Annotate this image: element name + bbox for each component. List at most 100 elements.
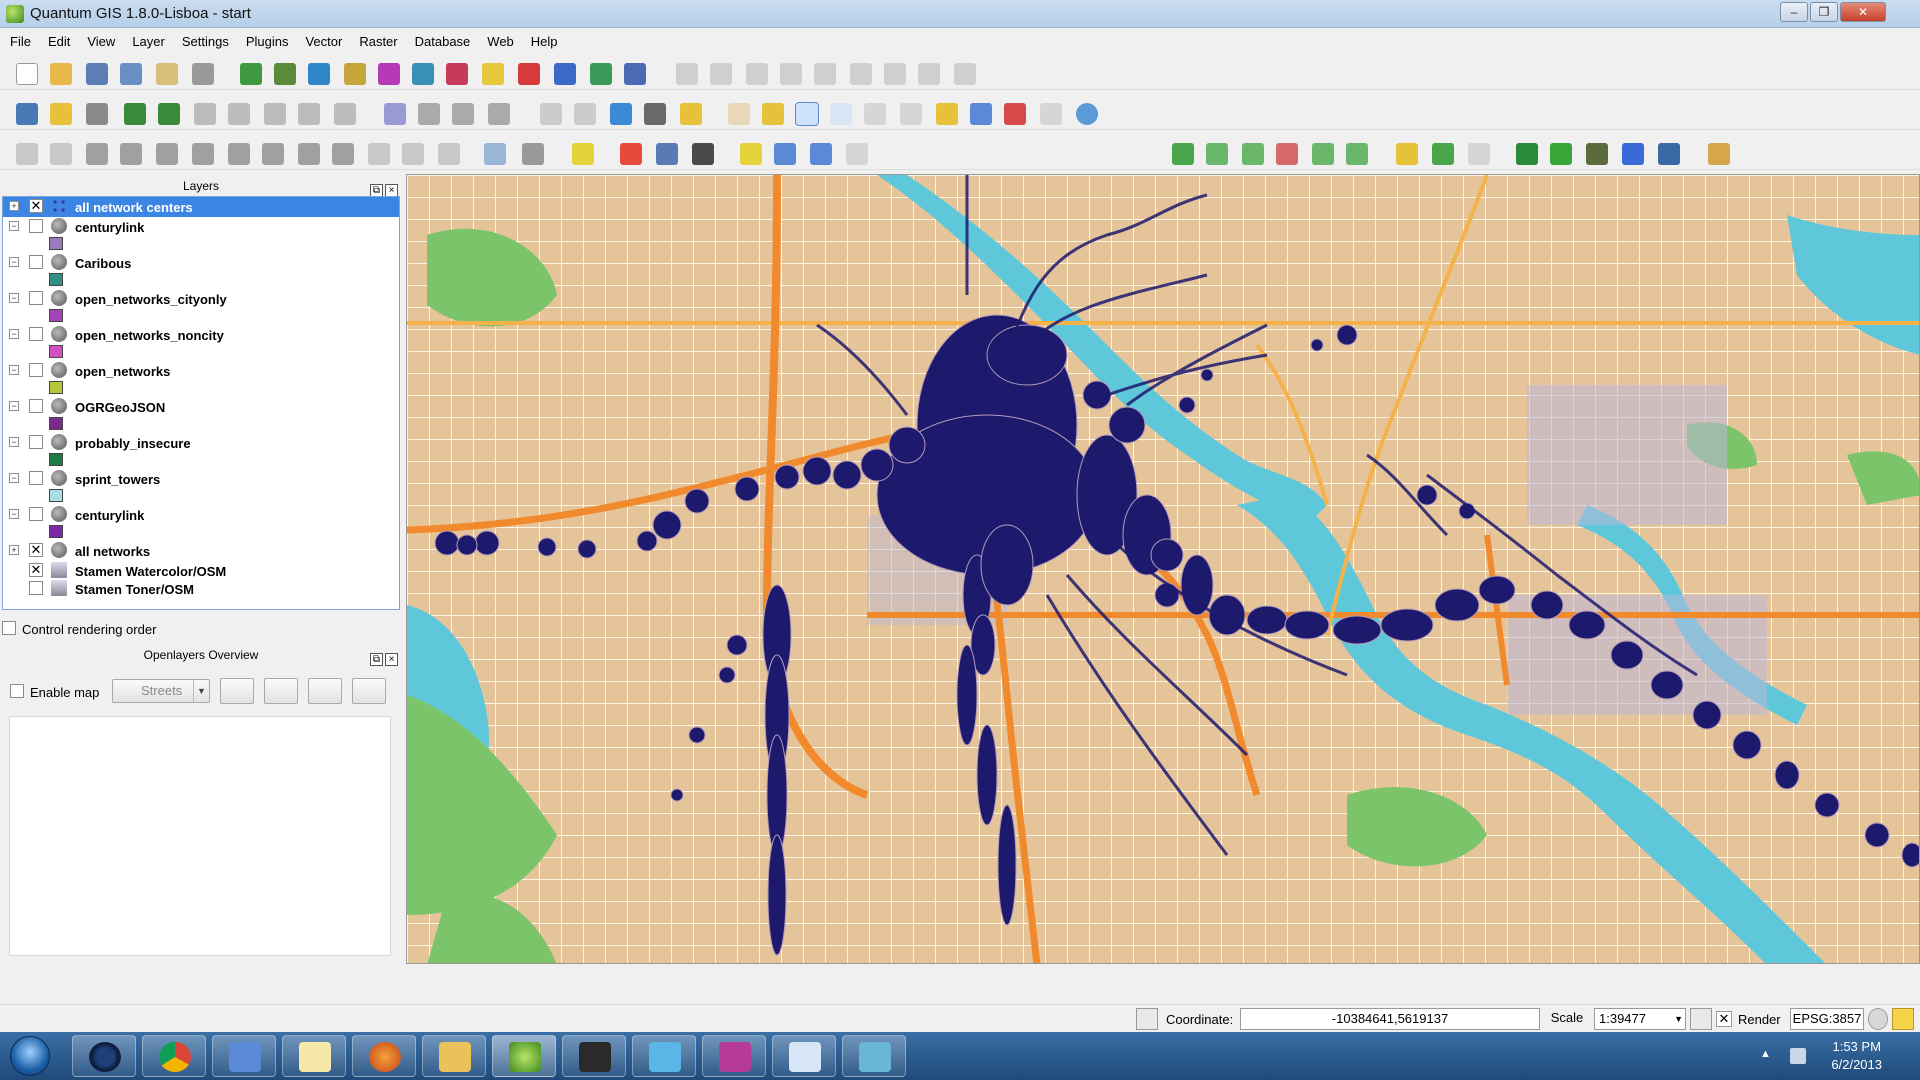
map-tips-icon[interactable] xyxy=(740,143,762,165)
print-icon[interactable] xyxy=(192,63,214,85)
capture-polygon-icon[interactable] xyxy=(124,103,146,125)
select-features-icon[interactable] xyxy=(572,143,594,165)
raster-calc-icon[interactable] xyxy=(644,103,666,125)
control-rendering-order-checkbox[interactable] xyxy=(2,621,16,635)
offset-curve-icon[interactable] xyxy=(228,143,250,165)
layer-row[interactable]: − Caribous xyxy=(3,253,399,273)
add-wfs-layer-icon[interactable] xyxy=(590,63,612,85)
move-feature-icon[interactable] xyxy=(780,63,802,85)
save-as-icon[interactable] xyxy=(120,63,142,85)
camera-button[interactable] xyxy=(264,678,298,704)
menu-vector[interactable]: Vector xyxy=(295,30,349,49)
zoom-next-icon[interactable] xyxy=(1040,103,1062,125)
run-action-icon[interactable] xyxy=(522,143,544,165)
menu-web[interactable]: Web xyxy=(477,30,521,49)
toggle-extents-icon[interactable] xyxy=(1136,1008,1158,1030)
taskbar-paint[interactable] xyxy=(772,1035,836,1077)
collapse-icon[interactable]: − xyxy=(9,257,19,267)
coordinate-field[interactable]: -10384641,5619137 xyxy=(1240,1008,1540,1030)
taskbar-photo-viewer[interactable] xyxy=(842,1035,906,1077)
merge-features-icon[interactable] xyxy=(298,103,320,125)
map-type-select[interactable]: Streets ▼ xyxy=(112,679,210,703)
database-icon[interactable] xyxy=(1658,143,1680,165)
deselect-icon[interactable] xyxy=(620,143,642,165)
pan-hand-icon[interactable] xyxy=(728,103,750,125)
taskbar-terminal[interactable] xyxy=(562,1035,626,1077)
cut-features-icon[interactable] xyxy=(884,63,906,85)
tray-expand-icon[interactable]: ▲ xyxy=(1760,1048,1776,1064)
new-bookmark-icon[interactable] xyxy=(774,143,796,165)
taskbar-firefox[interactable] xyxy=(352,1035,416,1077)
layer-row[interactable]: − open_networks_noncity xyxy=(3,325,399,345)
add-wcs-layer-icon[interactable] xyxy=(446,63,468,85)
add-postgis-layer-icon[interactable] xyxy=(308,63,330,85)
split-features-icon[interactable] xyxy=(264,103,286,125)
scale-combobox[interactable]: 1:39477 ▼ xyxy=(1594,1008,1686,1030)
enable-map-checkbox[interactable] xyxy=(10,684,24,698)
merge-attributes-icon[interactable] xyxy=(334,103,356,125)
pan-to-selection-icon[interactable] xyxy=(762,103,784,125)
show-hide-label-icon[interactable] xyxy=(452,103,474,125)
layer-visibility-checkbox[interactable] xyxy=(29,435,43,449)
label-abc-icon[interactable] xyxy=(384,103,406,125)
start-button[interactable] xyxy=(10,1036,50,1076)
plugin-toolbar-6-icon[interactable] xyxy=(1346,143,1368,165)
add-wms-layer-icon[interactable] xyxy=(412,63,434,85)
layer-visibility-checkbox[interactable] xyxy=(29,291,43,305)
identify-icon[interactable] xyxy=(484,143,506,165)
add-vector-layer-icon[interactable] xyxy=(240,63,262,85)
text-annotation-icon[interactable] xyxy=(846,143,868,165)
menu-help[interactable]: Help xyxy=(521,30,565,49)
menu-file[interactable]: File xyxy=(0,30,38,49)
zoom-actual-size-icon[interactable] xyxy=(864,103,886,125)
reshape-icon[interactable] xyxy=(228,103,250,125)
add-spatialite-layer-icon[interactable] xyxy=(344,63,366,85)
pin-label-icon[interactable] xyxy=(418,103,440,125)
layer-row[interactable]: − open_networks xyxy=(3,361,399,381)
layer-row[interactable]: − centurylink xyxy=(3,505,399,525)
delete-ring-icon[interactable] xyxy=(156,143,178,165)
redo-icon[interactable] xyxy=(50,143,72,165)
layer-row[interactable]: − sprint_towers xyxy=(3,469,399,489)
taskbar-app[interactable] xyxy=(632,1035,696,1077)
map-plugin-icon[interactable] xyxy=(1586,143,1608,165)
layer-row[interactable]: − centurylink xyxy=(3,217,399,237)
zoom-full-icon[interactable] xyxy=(900,103,922,125)
add-raster-layer-icon[interactable] xyxy=(274,63,296,85)
collapse-icon[interactable]: − xyxy=(9,509,19,519)
map-canvas[interactable] xyxy=(406,174,1920,964)
paste-features-icon[interactable] xyxy=(954,63,976,85)
taskbar-explorer[interactable] xyxy=(422,1035,486,1077)
menu-settings[interactable]: Settings xyxy=(172,30,236,49)
taskbar-chrome[interactable] xyxy=(142,1035,206,1077)
layer-row[interactable]: + ✕ all network centers xyxy=(3,197,399,217)
taskbar-notepad[interactable] xyxy=(282,1035,346,1077)
maximize-button[interactable]: ❐ xyxy=(1810,2,1838,22)
network-tray-icon[interactable] xyxy=(1790,1048,1806,1064)
taskbar-network[interactable] xyxy=(212,1035,276,1077)
layer-row[interactable]: − open_networks_cityonly xyxy=(3,289,399,309)
collapse-icon[interactable]: − xyxy=(9,437,19,447)
node-tool-icon[interactable] xyxy=(814,63,836,85)
capture-line-icon[interactable] xyxy=(86,103,108,125)
change-label-icon[interactable] xyxy=(574,103,596,125)
expand-icon[interactable]: + xyxy=(9,201,19,211)
node-select-icon[interactable] xyxy=(262,143,284,165)
add-feature-icon[interactable] xyxy=(746,63,768,85)
new-spatialite-icon[interactable] xyxy=(1206,143,1228,165)
add-ring-2-icon[interactable] xyxy=(120,143,142,165)
delete-part-icon[interactable] xyxy=(192,143,214,165)
menu-layer[interactable]: Layer xyxy=(122,30,172,49)
layer-row[interactable]: ✕ Stamen Watercolor/OSM xyxy=(3,561,399,579)
simplify-feature-icon[interactable] xyxy=(86,143,108,165)
delete-selected-icon[interactable] xyxy=(850,63,872,85)
refresh-icon[interactable] xyxy=(1076,103,1098,125)
taskbar-qgis[interactable] xyxy=(492,1035,556,1077)
save-image-button[interactable] xyxy=(308,678,342,704)
move-label-icon[interactable] xyxy=(488,103,510,125)
add-ring-icon[interactable] xyxy=(158,103,180,125)
redo-curve-icon[interactable] xyxy=(438,143,460,165)
remove-layer-icon[interactable] xyxy=(518,63,540,85)
add-oracle-layer-icon[interactable] xyxy=(624,63,646,85)
rotate-label-icon[interactable] xyxy=(540,103,562,125)
